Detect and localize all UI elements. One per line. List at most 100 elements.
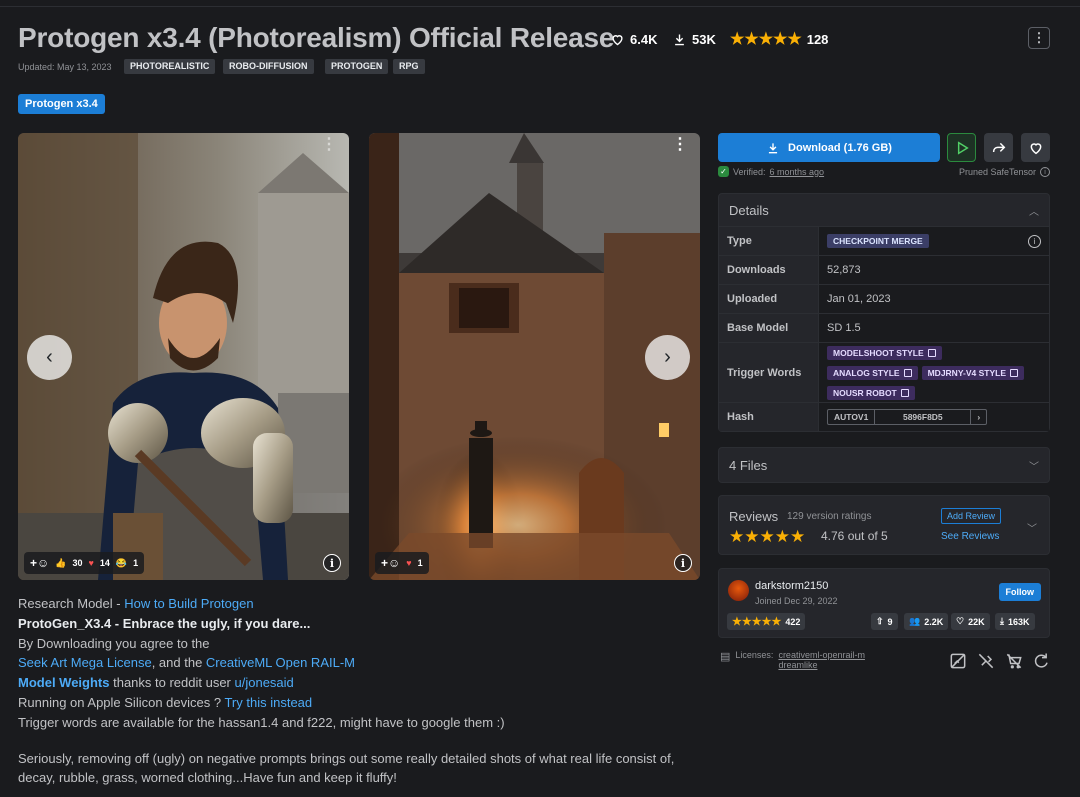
tag-photorealistic[interactable]: PHOTOREALISTIC [124, 59, 216, 74]
seek-art-license-link[interactable]: Seek Art Mega License [18, 655, 152, 670]
info-icon[interactable]: i [323, 554, 341, 572]
copy-icon [1010, 368, 1018, 377]
desc-text: thanks to reddit user [109, 675, 235, 691]
hash-label: Hash [719, 403, 819, 431]
model-weights-link[interactable]: Model Weights [18, 675, 109, 690]
share-button[interactable] [984, 133, 1013, 162]
play-icon [957, 140, 969, 155]
share-icon [992, 142, 1005, 152]
pruned-safetensor: Pruned SafeTensor i [959, 167, 1050, 177]
reddit-user-link[interactable]: u/jonesaid [235, 675, 294, 690]
version-tab[interactable]: Protogen x3.4 [18, 94, 105, 114]
thumbs-up-icon[interactable]: 👍 [55, 558, 66, 569]
details-header[interactable]: Details ︿ [719, 194, 1049, 226]
hash-selector[interactable]: AUTOV1 5896F8D5 › [827, 409, 988, 425]
hash-value[interactable]: 5896F8D5 [875, 410, 972, 424]
creator-rating: ★★★★★ 422 [727, 613, 806, 630]
desc-paragraph: Seriously, removing off (ugly) on negati… [18, 750, 675, 786]
license-link-dreamlike[interactable]: dreamlike [778, 660, 865, 670]
info-icon[interactable]: i [674, 554, 692, 572]
files-panel[interactable]: 4 Files ﹀ [718, 447, 1050, 483]
avatar[interactable] [728, 580, 749, 601]
copy-icon [927, 348, 936, 357]
trigger-word: NOUSR ROBOT [833, 387, 897, 398]
followers-count: 2.2K [924, 616, 944, 627]
more-options-button[interactable]: ⋮ [1028, 27, 1050, 49]
chevron-right-icon[interactable]: › [971, 410, 986, 424]
no-merge-icon[interactable] [1032, 651, 1052, 671]
chevron-down-icon[interactable]: ﹀ [1029, 458, 1039, 473]
info-icon[interactable]: i [1028, 234, 1041, 248]
hash-algorithm[interactable]: AUTOV1 [828, 410, 876, 424]
downloads-count: 53K [692, 31, 716, 47]
how-to-build-link[interactable]: How to Build Protogen [124, 596, 253, 611]
desc-text: By Downloading you agree to the [18, 635, 210, 651]
tag-protogen[interactable]: PROTOGEN [325, 59, 389, 74]
creator-rating-count: 422 [785, 616, 801, 627]
carousel-next-button[interactable]: › [645, 335, 690, 380]
license-restriction-icons [948, 651, 1052, 671]
tag-rpg[interactable]: RPG [393, 59, 425, 74]
creator-downloads: ⤓ 163K [995, 613, 1035, 630]
trigger-word-chip[interactable]: ANALOG STYLE [827, 365, 918, 380]
see-reviews-link[interactable]: See Reviews [941, 531, 999, 542]
details-row-trigger-words: Trigger Words MODELSHOOT STYLE ANALOG ST… [719, 342, 1049, 402]
no-tools-icon[interactable] [976, 651, 996, 671]
no-commercial-icon[interactable] [1004, 651, 1024, 671]
add-reaction-icon[interactable]: +☺ [381, 556, 400, 570]
creator-joined: Joined Dec 29, 2022 [755, 596, 838, 606]
image-options-icon[interactable]: ⋮ [672, 137, 688, 153]
likes-count: 6.4K [630, 31, 658, 47]
details-row-hash: Hash AUTOV1 5896F8D5 › [719, 402, 1049, 431]
download-button[interactable]: Download (1.76 GB) [718, 133, 940, 162]
heart-reaction-icon[interactable]: ♥ [89, 558, 94, 568]
hearts-count: 14 [99, 558, 110, 568]
license-link-creativeml[interactable]: creativeml-openrail-m [778, 650, 865, 660]
top-bar-divider [0, 0, 1080, 7]
run-button[interactable] [947, 133, 976, 162]
add-review-button[interactable]: Add Review [941, 508, 1002, 524]
add-reaction-icon[interactable]: +☺ [30, 556, 49, 570]
trigger-word-chip[interactable]: MDJRNY-V4 STYLE [921, 365, 1024, 380]
likes-stat[interactable]: 6.4K [604, 28, 663, 50]
heart-icon: ♡ [956, 616, 965, 626]
creator-name[interactable]: darkstorm2150 [755, 580, 828, 592]
laugh-icon[interactable]: 😂 [116, 558, 127, 569]
licenses-label: Licenses: [735, 650, 774, 660]
reaction-bar[interactable]: +☺ 👍 30 ♥ 14 😂 1 [24, 552, 145, 574]
carousel-prev-button[interactable]: ‹ [27, 335, 72, 380]
favorite-button[interactable] [1021, 133, 1050, 162]
chevron-down-icon[interactable]: ﹀ [1027, 520, 1037, 535]
heart-reaction-icon[interactable]: ♥ [406, 558, 411, 568]
creator-followers: 👥 2.2K [904, 613, 949, 630]
reaction-bar[interactable]: +☺ ♥ 1 [375, 552, 429, 574]
download-icon: ⤓ [1000, 616, 1004, 626]
image-options-icon[interactable]: ⋮ [321, 137, 337, 153]
creativeml-license-link[interactable]: CreativeML Open RAIL-M [206, 655, 355, 670]
chevron-up-icon[interactable]: ︿ [1029, 203, 1039, 218]
info-icon[interactable]: i [1040, 167, 1050, 177]
no-image-sell-icon[interactable] [948, 651, 968, 671]
likes-count: 22K [968, 616, 985, 627]
trigger-word-chip[interactable]: MODELSHOOT STYLE [827, 345, 942, 360]
shield-check-icon: ✓ [718, 166, 729, 177]
trigger-word-chip[interactable]: NOUSR ROBOT [827, 385, 915, 400]
pruned-label: Pruned SafeTensor [958, 167, 1036, 177]
downloads-value: 52,873 [819, 256, 1049, 284]
copy-icon [903, 368, 912, 377]
type-label: Type [719, 227, 819, 255]
reviews-count: 129 version ratings [787, 511, 872, 522]
details-row-uploaded: Uploaded Jan 01, 2023 [719, 284, 1049, 313]
verified-time-link[interactable]: 6 months ago [770, 167, 825, 177]
download-label: Download (1.76 GB) [788, 141, 892, 154]
review-stars-icon: ★★★★★ [729, 527, 806, 546]
rating-stat[interactable]: ★★★★★ 128 [724, 28, 834, 50]
tag-robo-diffusion[interactable]: ROBO-DIFFUSION [223, 59, 314, 74]
try-this-instead-link[interactable]: Try this instead [224, 695, 312, 710]
follow-button[interactable]: Follow [998, 583, 1041, 601]
details-row-downloads: Downloads 52,873 [719, 255, 1049, 284]
download-icon [768, 142, 778, 153]
laugh-count: 1 [133, 558, 139, 568]
thumbs-count: 30 [72, 558, 83, 568]
users-icon: 👥 [909, 616, 921, 626]
